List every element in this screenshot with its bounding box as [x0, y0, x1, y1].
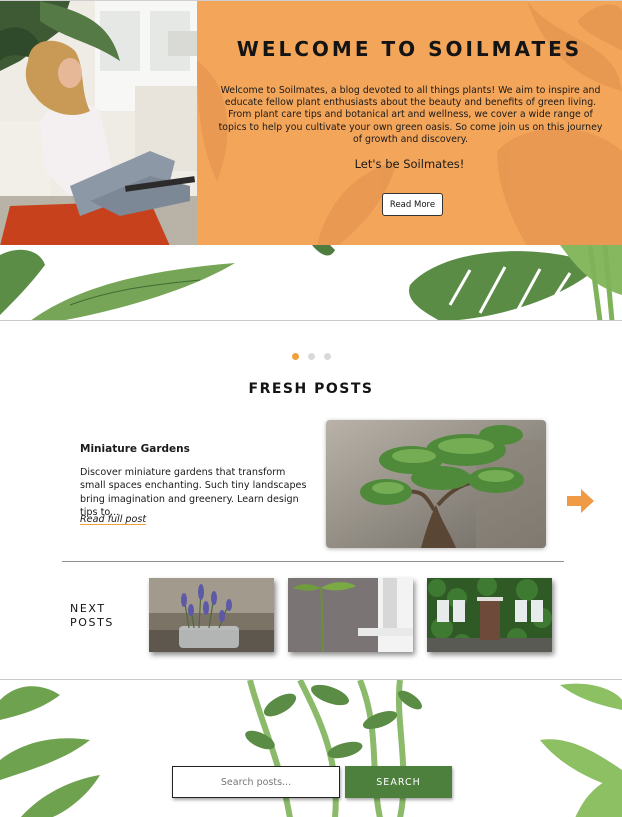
hero-tagline: Let's be Soilmates!: [354, 157, 465, 171]
next-posts-label-line1: NEXT: [70, 602, 106, 615]
carousel-dot-1[interactable]: [291, 353, 299, 360]
hero-section: WELCOME TO SOILMATES Welcome to Soilmate…: [0, 0, 622, 246]
hero-photo-woman-with-laptop: [0, 1, 197, 246]
carousel-indicator: [0, 353, 622, 360]
featured-post-image-bonsai[interactable]: [326, 420, 546, 548]
next-posts-label-line2: POSTS: [70, 616, 114, 629]
section-divider: [62, 561, 564, 562]
featured-post-title[interactable]: Miniature Gardens: [80, 443, 190, 455]
search-button[interactable]: SEARCH: [345, 766, 452, 798]
next-post-thumb-lavender[interactable]: [149, 578, 274, 652]
footer-search-section: SEARCH: [0, 679, 622, 817]
hero-title: WELCOME TO SOILMATES: [236, 37, 583, 61]
next-posts-label: NEXT POSTS: [70, 602, 114, 630]
arrow-right-icon[interactable]: [565, 488, 595, 514]
fresh-posts-heading: FRESH POSTS: [248, 381, 374, 397]
read-full-post-link[interactable]: Read full post: [80, 514, 146, 525]
carousel-dot-2[interactable]: [307, 353, 315, 360]
featured-post-excerpt: Discover miniature gardens that transfor…: [80, 467, 307, 519]
next-post-thumb-ivy-doorway[interactable]: [427, 578, 552, 652]
search-input[interactable]: [172, 766, 340, 798]
hero-welcome-panel: WELCOME TO SOILMATES Welcome to Soilmate…: [197, 1, 622, 246]
next-post-thumb-sprout[interactable]: [288, 578, 413, 652]
carousel-dot-3[interactable]: [323, 353, 331, 360]
hero-description: Welcome to Soilmates, a blog devoted to …: [218, 85, 603, 145]
read-more-button[interactable]: Read More: [382, 193, 443, 216]
leaf-divider-band: [0, 245, 622, 321]
leaf-illustration: [0, 245, 622, 320]
